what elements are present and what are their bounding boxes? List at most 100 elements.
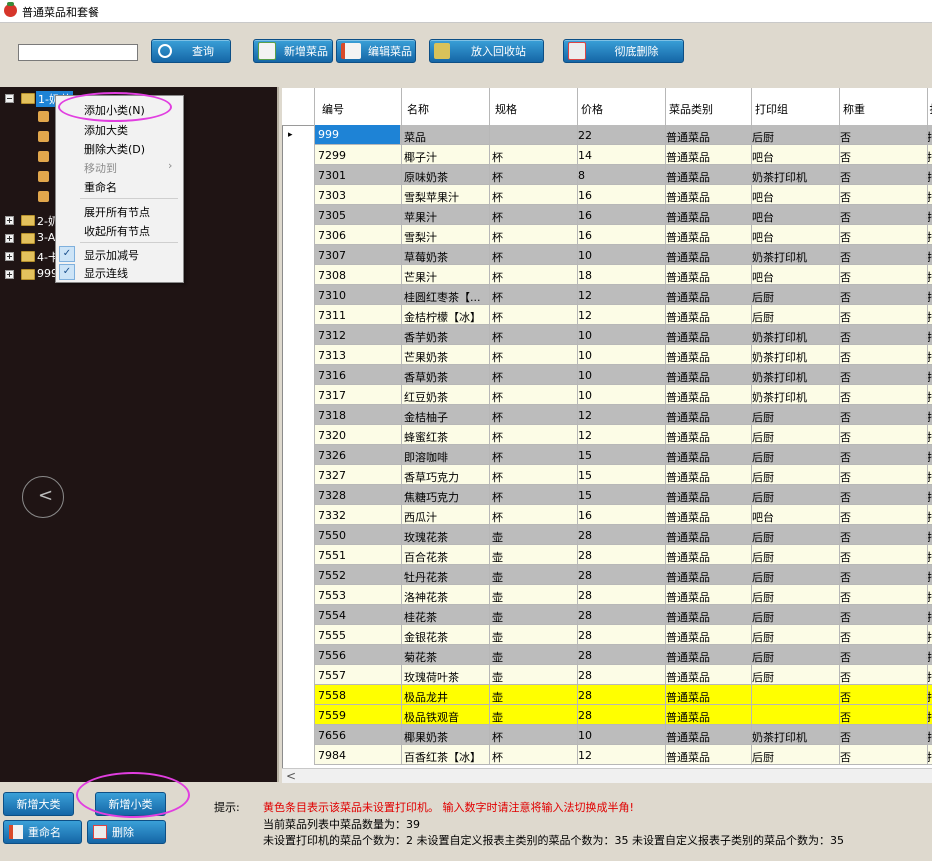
table-cell[interactable]: 菜品 — [404, 129, 488, 145]
table-cell[interactable]: 10 — [578, 349, 662, 362]
table-cell[interactable]: 普通菜品 — [666, 429, 748, 445]
table-cell[interactable]: 原味奶茶 — [404, 169, 488, 185]
table-cell[interactable]: 普通菜品 — [666, 749, 748, 765]
table-cell[interactable]: 普通菜品 — [666, 469, 748, 485]
table-cell[interactable]: 10 — [578, 729, 662, 742]
table-cell[interactable]: 极品龙井 — [404, 689, 488, 705]
table-cell[interactable]: 否 — [840, 729, 922, 745]
table-cell[interactable]: 杯 — [492, 369, 574, 385]
table-cell[interactable]: 10 — [578, 329, 662, 342]
table-cell[interactable]: 普通菜品 — [666, 509, 748, 525]
column-header[interactable]: 编号 — [322, 101, 344, 117]
menu-item-rename[interactable]: 重命名 — [84, 179, 117, 195]
table-cell[interactable]: 奶茶打印机 — [752, 329, 836, 345]
table-cell[interactable]: 普通菜品 — [666, 489, 748, 505]
table-cell[interactable]: 奶茶打印机 — [752, 389, 836, 405]
table-cell[interactable]: 杯 — [492, 749, 574, 765]
table-cell[interactable]: 普通菜品 — [666, 229, 748, 245]
table-cell[interactable]: 吧台 — [752, 189, 836, 205]
table-cell[interactable]: 否 — [840, 709, 922, 725]
table-cell[interactable]: 杯 — [492, 189, 574, 205]
table-cell[interactable]: 否 — [840, 189, 922, 205]
table-cell[interactable]: 10 — [578, 369, 662, 382]
table-cell[interactable]: 后厨 — [752, 129, 836, 145]
search-input[interactable] — [18, 44, 138, 61]
table-cell[interactable]: 壶 — [492, 649, 574, 665]
table-cell[interactable]: 杯 — [492, 469, 574, 485]
table-cell[interactable]: 奶茶打印机 — [752, 369, 836, 385]
table-cell[interactable]: 7328 — [318, 489, 400, 502]
table-cell[interactable]: 12 — [578, 289, 662, 302]
table-cell[interactable]: 15 — [578, 469, 662, 482]
table-cell[interactable]: 椰子汁 — [404, 149, 488, 165]
table-cell[interactable]: 28 — [578, 709, 662, 722]
table-cell[interactable]: 吧台 — [752, 149, 836, 165]
table-cell[interactable]: 7554 — [318, 609, 400, 622]
table-cell[interactable]: 后厨 — [752, 589, 836, 605]
table-cell[interactable]: 后厨 — [752, 289, 836, 305]
table-cell[interactable]: 否 — [840, 589, 922, 605]
table-cell[interactable]: 杯 — [492, 449, 574, 465]
expand-toggle[interactable] — [5, 234, 14, 243]
table-cell[interactable]: 百合花茶 — [404, 549, 488, 565]
table-cell[interactable]: 普通菜品 — [666, 449, 748, 465]
table-cell[interactable]: 16 — [578, 229, 662, 242]
table-cell[interactable]: 7332 — [318, 509, 400, 522]
table-cell[interactable]: 否 — [840, 649, 922, 665]
table-cell[interactable]: 蜂蜜红茶 — [404, 429, 488, 445]
table-cell[interactable]: 普通菜品 — [666, 609, 748, 625]
table-cell[interactable]: 7555 — [318, 629, 400, 642]
table-cell[interactable]: 28 — [578, 569, 662, 582]
table-cell[interactable]: 否 — [840, 489, 922, 505]
table-cell[interactable]: 壶 — [492, 589, 574, 605]
table-cell[interactable]: 否 — [840, 569, 922, 585]
table-cell[interactable]: 金桔柠檬【冰】 — [404, 309, 488, 325]
table-cell[interactable]: 吧台 — [752, 269, 836, 285]
table-cell[interactable]: 7556 — [318, 649, 400, 662]
table-cell[interactable]: 杯 — [492, 269, 574, 285]
table-cell[interactable]: 16 — [578, 509, 662, 522]
table-cell[interactable]: 28 — [578, 589, 662, 602]
table-cell[interactable]: 极品铁观音 — [404, 709, 488, 725]
table-cell[interactable]: 否 — [840, 369, 922, 385]
table-cell[interactable]: 香芋奶茶 — [404, 329, 488, 345]
table-cell[interactable]: 椰果奶茶 — [404, 729, 488, 745]
horizontal-scrollbar[interactable]: < — [282, 768, 932, 783]
table-cell[interactable]: 普通菜品 — [666, 349, 748, 365]
expand-toggle[interactable] — [5, 252, 14, 261]
table-cell[interactable]: 普通菜品 — [666, 149, 748, 165]
table-cell[interactable]: 奶茶打印机 — [752, 729, 836, 745]
table-cell[interactable]: 7553 — [318, 589, 400, 602]
expand-toggle[interactable] — [5, 216, 14, 225]
table-cell[interactable]: 后厨 — [752, 449, 836, 465]
menu-item-collapse-all[interactable]: 收起所有节点 — [84, 223, 150, 239]
scroll-left-arrow-icon[interactable]: < — [286, 769, 296, 783]
table-cell[interactable]: 7310 — [318, 289, 400, 302]
table-cell[interactable]: 28 — [578, 629, 662, 642]
table-cell[interactable]: 否 — [840, 669, 922, 685]
table-cell[interactable]: 后厨 — [752, 749, 836, 765]
table-cell[interactable]: 28 — [578, 549, 662, 562]
table-cell[interactable]: 28 — [578, 689, 662, 702]
table-cell[interactable]: 普通菜品 — [666, 729, 748, 745]
table-cell[interactable]: 壶 — [492, 529, 574, 545]
collapse-toggle[interactable] — [5, 94, 14, 103]
table-cell[interactable]: 后厨 — [752, 469, 836, 485]
table-cell[interactable]: 吧台 — [752, 209, 836, 225]
table-cell[interactable]: 芒果奶茶 — [404, 349, 488, 365]
table-cell[interactable]: 普通菜品 — [666, 569, 748, 585]
table-cell[interactable]: 杯 — [492, 329, 574, 345]
table-cell[interactable]: 否 — [840, 169, 922, 185]
table-cell[interactable]: 金桔柚子 — [404, 409, 488, 425]
table-cell[interactable]: 7320 — [318, 429, 400, 442]
table-cell[interactable]: 杯 — [492, 169, 574, 185]
table-cell[interactable]: 否 — [840, 269, 922, 285]
table-cell[interactable]: 7326 — [318, 449, 400, 462]
table-cell[interactable]: 7301 — [318, 169, 400, 182]
table-cell[interactable]: 草莓奶茶 — [404, 249, 488, 265]
table-cell[interactable]: 28 — [578, 649, 662, 662]
table-cell[interactable]: 7305 — [318, 209, 400, 222]
expand-toggle[interactable] — [5, 270, 14, 279]
table-cell[interactable]: 奶茶打印机 — [752, 349, 836, 365]
table-cell[interactable]: 否 — [840, 329, 922, 345]
